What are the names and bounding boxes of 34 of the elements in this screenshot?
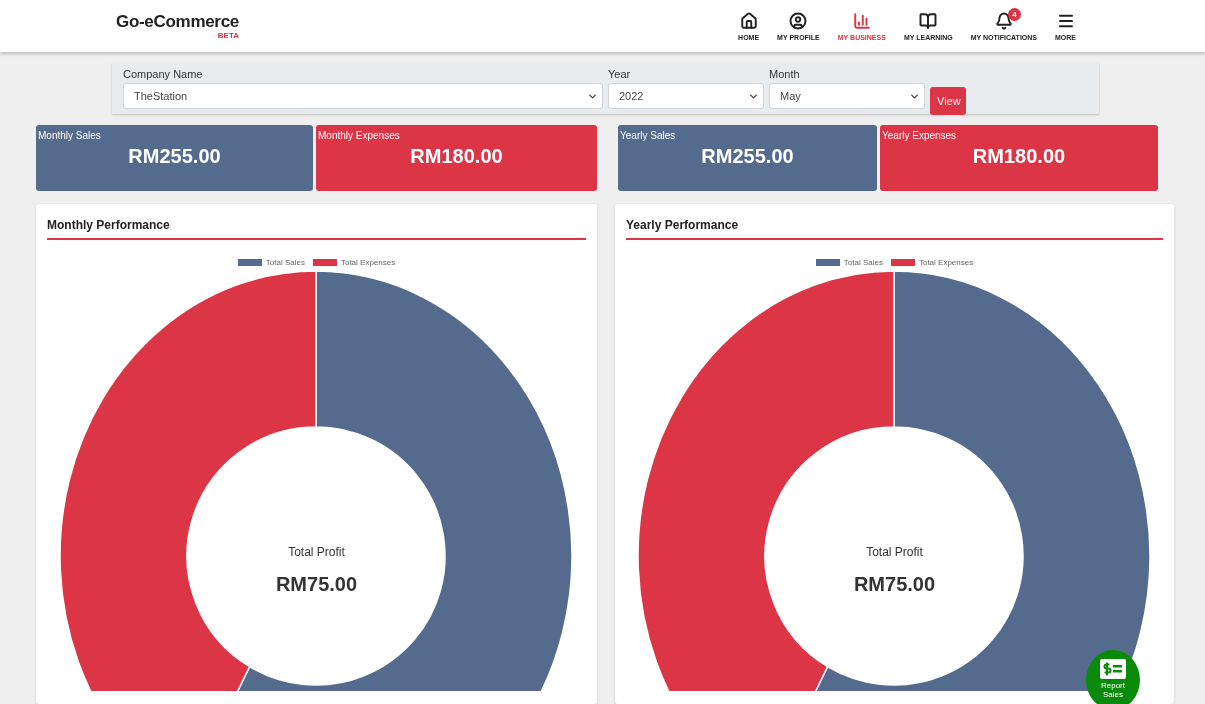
stat-value: RM255.00 xyxy=(128,145,221,168)
legend-item: Total Expenses xyxy=(890,258,974,267)
card-title: Monthly Performance xyxy=(47,218,586,240)
bell-icon xyxy=(994,11,1013,30)
stat-label: Monthly Expenses xyxy=(317,129,401,141)
select-field[interactable]: 2022 xyxy=(608,83,764,109)
legend-item: Total Sales xyxy=(237,258,305,267)
user-circle-icon xyxy=(789,11,808,30)
beta-label: BETA xyxy=(217,31,239,40)
center-label: Total Profit xyxy=(866,545,923,559)
bar-chart-icon xyxy=(852,11,871,30)
stat-value: RM180.00 xyxy=(972,145,1066,168)
legend-item: Total Sales xyxy=(815,258,883,267)
select-field[interactable]: May xyxy=(769,83,925,109)
stat-value: RM180.00 xyxy=(410,145,503,168)
card-title: Yearly Performance xyxy=(626,218,1163,240)
home-icon xyxy=(739,11,758,30)
money-icon xyxy=(1100,659,1126,679)
logo: Go-eCommerce xyxy=(116,12,239,32)
center-label: Total Profit xyxy=(288,545,345,559)
field-label: Company Name xyxy=(123,68,204,80)
legend-item: Total Expenses xyxy=(312,258,396,267)
center-value: RM75.00 xyxy=(853,573,936,596)
stat-value: RM255.00 xyxy=(701,145,794,168)
view-button[interactable]: View xyxy=(930,87,966,115)
notification-badge: 4 xyxy=(1007,7,1021,21)
field-label: Month xyxy=(769,68,801,80)
select-field[interactable]: TheStation xyxy=(123,83,603,109)
field-label: Year xyxy=(608,68,632,80)
book-icon xyxy=(919,11,938,30)
center-value: RM75.00 xyxy=(275,573,358,596)
stat-label: Monthly Sales xyxy=(37,129,102,141)
stat-label: Yearly Expenses xyxy=(881,129,958,141)
stat-label: Yearly Sales xyxy=(619,129,677,141)
